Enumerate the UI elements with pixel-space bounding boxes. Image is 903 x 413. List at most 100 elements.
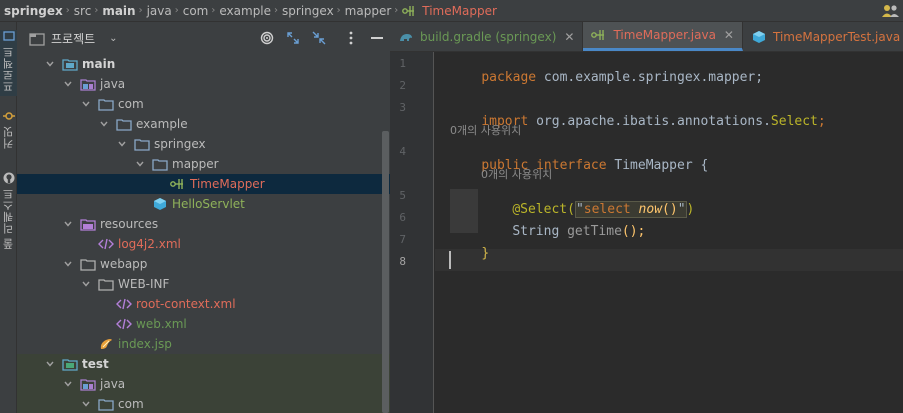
project-icon (2, 31, 15, 41)
chevron-down-icon[interactable] (63, 79, 73, 89)
tree-item[interactable]: WEB-INF (17, 274, 390, 294)
users-icon[interactable] (881, 3, 901, 19)
tree-item[interactable]: com (17, 394, 390, 413)
breadcrumb-separator-icon: › (211, 5, 216, 16)
chevron-down-icon[interactable] (63, 219, 73, 229)
tree-item[interactable]: springex (17, 134, 390, 154)
usages-hint[interactable]: 0개의 사용위치 (450, 122, 521, 138)
code-line-close-brace: } (450, 231, 489, 276)
target-icon[interactable] (259, 30, 275, 46)
chevron-down-icon[interactable] (99, 119, 109, 129)
project-tree-scrollbar[interactable] (382, 131, 389, 413)
tree-item[interactable]: mapper (17, 154, 390, 174)
tree-item-label: WEB-INF (118, 277, 170, 291)
chevron-down-icon[interactable] (81, 279, 91, 289)
commit-icon (2, 112, 15, 120)
tree-item-label: log4j2.xml (118, 237, 181, 251)
breadcrumb-separator-icon: › (65, 5, 70, 16)
project-panel-title: 프로젝트 (51, 32, 96, 46)
breadcrumb-item-project[interactable]: springex (4, 4, 63, 18)
tree-item[interactable]: java (17, 374, 390, 394)
expand-icon[interactable] (285, 30, 301, 46)
line-number: 6 (399, 211, 406, 224)
breadcrumb-separator-icon: › (274, 5, 279, 16)
project-view-selector[interactable]: 프로젝트 ⌄ (29, 30, 118, 47)
tab-timemapper-java[interactable]: TimeMapper.java ✕ (583, 22, 743, 51)
tab-timemappertest-java[interactable]: TimeMapperTest.java ✕ (743, 22, 903, 51)
chevron-down-icon[interactable] (45, 359, 55, 369)
project-tree: main java com example springex mapper TimeMapp… (17, 54, 390, 413)
breadcrumb-item-com[interactable]: com (183, 4, 209, 18)
collapse-icon[interactable] (311, 30, 327, 46)
tree-item[interactable]: example (17, 114, 390, 134)
tool-tab-project[interactable]: 프로젝트 (0, 30, 17, 96)
breadcrumb-item-example[interactable]: example (219, 4, 271, 18)
tree-item-label: HelloServlet (172, 197, 245, 211)
tree-item[interactable]: web.xml (17, 314, 390, 334)
breadcrumb-item-springex[interactable]: springex (282, 4, 334, 18)
chevron-down-icon[interactable] (63, 259, 73, 269)
chevron-down-icon[interactable] (81, 399, 91, 409)
tab-label: TimeMapperTest.java (772, 29, 901, 44)
usages-hint[interactable]: 0개의 사용위치 (481, 166, 552, 182)
code-editor[interactable]: 1 2 3 4 5 6 7 8 package com.example.spri… (390, 52, 903, 413)
indent-guide (450, 189, 478, 233)
tree-item-label: resources (100, 217, 159, 231)
class-icon (154, 198, 166, 210)
chevron-down-icon[interactable] (135, 159, 145, 169)
tree-item[interactable]: root-context.xml (17, 294, 390, 314)
breadcrumb-separator-icon: › (94, 5, 99, 16)
chevron-down-icon[interactable] (117, 139, 127, 149)
tree-item[interactable]: TimeMapper (17, 174, 390, 194)
code-line-package: package com.example.springex.mapper; (450, 55, 763, 100)
xml-icon (116, 318, 132, 330)
tree-item[interactable]: log4j2.xml (17, 234, 390, 254)
tree-item[interactable]: main (17, 54, 390, 74)
line-number: 1 (399, 57, 406, 70)
code-keyword: package (481, 70, 537, 85)
close-icon[interactable]: ✕ (564, 30, 574, 44)
tool-tab-pull-requests-label: 풀 리퀘스트 (1, 188, 15, 250)
breadcrumb-item-java[interactable]: java (147, 4, 172, 18)
tree-item[interactable]: webapp (17, 254, 390, 274)
close-icon[interactable]: ✕ (724, 28, 734, 42)
code-text: com.example.springex.mapper; (536, 70, 764, 85)
chevron-down-icon[interactable]: ⌄ (109, 33, 117, 44)
tree-item-label: index.jsp (118, 337, 172, 351)
breadcrumb-item-timemapper[interactable]: TimeMapper (422, 4, 497, 18)
tree-item[interactable]: com (17, 94, 390, 114)
breadcrumb-item-src[interactable]: src (74, 4, 92, 18)
tree-item[interactable]: index.jsp (17, 334, 390, 354)
breadcrumb-item-main[interactable]: main (102, 4, 135, 18)
line-number: 3 (399, 101, 406, 114)
tool-tab-commit[interactable]: 커밋 (0, 110, 17, 166)
chevron-down-icon[interactable] (63, 379, 73, 389)
tree-item[interactable]: java (17, 74, 390, 94)
code-type: String (512, 224, 560, 239)
chevron-down-icon[interactable] (81, 99, 91, 109)
code-line-method: String getTime(); (481, 209, 645, 254)
interface-icon (591, 30, 605, 40)
tree-item[interactable]: resources (17, 214, 390, 234)
tree-item-label: springex (154, 137, 206, 151)
tree-item[interactable]: HelloServlet (17, 194, 390, 214)
tab-build-gradle[interactable]: build.gradle (springex) ✕ (390, 22, 584, 51)
breadcrumb-item-mapper[interactable]: mapper (345, 4, 392, 18)
tool-tab-pull-requests[interactable]: 풀 리퀘스트 (0, 172, 17, 256)
tree-item[interactable]: test (17, 354, 390, 374)
chevron-down-icon[interactable] (45, 59, 55, 69)
more-vert-icon[interactable] (343, 30, 359, 46)
folder-icon (98, 279, 114, 291)
line-number: 4 (399, 145, 406, 158)
tree-item-label: test (82, 357, 109, 371)
class-icon (752, 30, 765, 43)
folder-resources-icon (80, 219, 96, 231)
package-icon (98, 399, 114, 411)
line-number-gutter: 1 2 3 4 5 6 7 8 (390, 52, 434, 413)
code-punctuation: ; (817, 114, 826, 129)
minimize-icon[interactable] (369, 30, 385, 46)
